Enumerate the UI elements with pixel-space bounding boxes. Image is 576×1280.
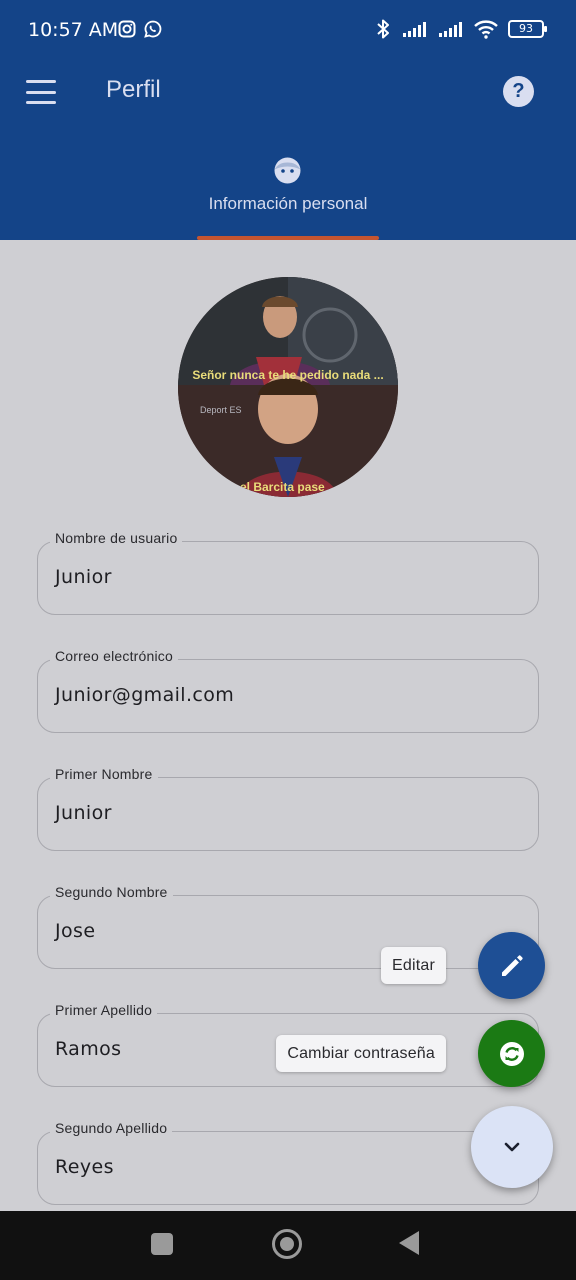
change-password-button[interactable]	[478, 1020, 545, 1087]
avatar-watermark: Deport ES	[200, 405, 242, 415]
field-label: Segundo Nombre	[50, 884, 173, 900]
avatar[interactable]: Señor nunca te he pedido nada ... Deport…	[178, 277, 398, 497]
tab-label: Información personal	[208, 194, 368, 213]
back-icon[interactable]	[399, 1231, 419, 1255]
instagram-icon	[118, 20, 136, 38]
chevron-down-icon	[504, 1142, 520, 1152]
status-time: 10:57 AM	[28, 19, 119, 41]
first-name-field[interactable]: Primer Nombre Junior	[37, 766, 539, 851]
field-label: Primer Apellido	[50, 1002, 158, 1018]
field-label: Correo electrónico	[50, 648, 178, 664]
home-icon[interactable]	[272, 1229, 302, 1259]
field-label: Nombre de usuario	[50, 530, 183, 546]
tab-indicator	[197, 236, 379, 240]
avatar-image	[178, 277, 398, 497]
avatar-caption-bottom: el Barcita pase	[240, 480, 325, 494]
field-value: Junior	[55, 566, 112, 588]
field-value: Reyes	[55, 1156, 114, 1178]
username-field[interactable]: Nombre de usuario Junior	[37, 530, 539, 615]
status-bar: 10:57 AM 93	[0, 0, 576, 62]
help-icon[interactable]: ?	[503, 76, 534, 107]
recents-icon[interactable]	[151, 1233, 173, 1255]
email-field[interactable]: Correo electrónico Junior@gmail.com	[37, 648, 539, 733]
field-value: Ramos	[55, 1038, 122, 1060]
bluetooth-icon	[377, 19, 389, 39]
system-nav-bar	[0, 1211, 576, 1280]
tab-informacion-personal[interactable]: Información personal	[0, 154, 576, 240]
signal-icon	[403, 22, 426, 37]
face-icon	[274, 157, 301, 184]
field-label: Primer Nombre	[50, 766, 158, 782]
signal-icon	[439, 22, 462, 37]
avatar-caption: Señor nunca te he pedido nada ...	[192, 368, 384, 382]
pencil-icon	[501, 954, 523, 976]
edit-button[interactable]	[478, 932, 545, 999]
edit-label[interactable]: Editar	[381, 947, 446, 984]
battery-icon: 93	[508, 20, 547, 38]
field-value: Junior@gmail.com	[55, 684, 235, 706]
change-password-label[interactable]: Cambiar contraseña	[276, 1035, 446, 1072]
field-value: Jose	[55, 920, 96, 942]
page-title: Perfil	[106, 76, 161, 103]
field-label: Segundo Apellido	[50, 1120, 173, 1136]
second-name-field[interactable]: Segundo Nombre Jose	[37, 884, 539, 969]
refresh-icon	[499, 1041, 524, 1066]
fab-menu-toggle-button[interactable]	[471, 1106, 553, 1188]
second-surname-field[interactable]: Segundo Apellido Reyes	[37, 1120, 539, 1205]
field-value: Junior	[55, 802, 112, 824]
app-bar: Perfil ? Información personal	[0, 62, 576, 240]
whatsapp-icon	[144, 20, 162, 38]
menu-icon[interactable]	[26, 80, 56, 104]
wifi-icon	[474, 20, 498, 39]
